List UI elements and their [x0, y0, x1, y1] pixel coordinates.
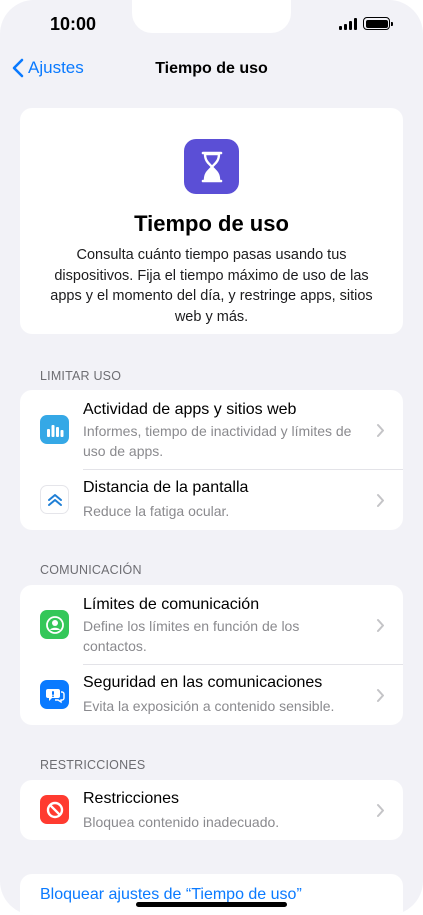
chevron-right-icon: [377, 494, 384, 507]
signal-icon: [339, 17, 357, 30]
hourglass-icon: [184, 139, 239, 194]
row-subtitle: Evita la exposición a contenido sensible…: [83, 698, 335, 714]
comunicacion-group: Límites de comunicación Define los límit…: [20, 585, 403, 725]
row-communication-limits[interactable]: Límites de comunicación Define los límit…: [20, 585, 403, 664]
navigation-bar: Ajustes Tiempo de uso: [0, 54, 423, 84]
no-entry-icon: [40, 795, 69, 824]
row-screen-distance[interactable]: Distancia de la pantalla Reduce la fatig…: [20, 470, 403, 530]
battery-icon: [363, 17, 393, 30]
row-title: Distancia de la pantalla: [83, 479, 249, 496]
row-communication-safety[interactable]: Seguridad en las comunicaciones Evita la…: [20, 665, 403, 725]
status-icons: [339, 17, 393, 30]
home-indicator[interactable]: [136, 902, 287, 907]
lock-settings-group: Bloquear ajustes de “Tiempo de uso”: [20, 874, 403, 915]
row-app-activity[interactable]: Actividad de apps y sitios web Informes,…: [20, 390, 403, 469]
notch: [132, 0, 291, 33]
chevron-right-icon: [377, 619, 384, 632]
row-subtitle: Bloquea contenido inadecuado.: [83, 814, 280, 830]
chevron-right-icon: [377, 689, 384, 702]
hero-title: Tiempo de uso: [134, 211, 289, 236]
row-title: Actividad de apps y sitios web: [83, 401, 297, 418]
bar-chart-icon: [40, 415, 69, 444]
phone-screen: 10:00 Ajustes Tiempo de uso Tiempo de us…: [0, 0, 423, 915]
page-title: Tiempo de uso: [155, 60, 268, 77]
row-restrictions[interactable]: Restricciones Bloquea contenido inadecua…: [20, 780, 403, 840]
row-subtitle: Reduce la fatiga ocular.: [83, 503, 230, 519]
chat-bubble-icon: [40, 680, 69, 709]
hero-description: Consulta cuánto tiempo pasas usando tus …: [50, 247, 373, 325]
row-title: Restricciones: [83, 790, 180, 807]
chevron-right-icon: [377, 804, 384, 817]
row-subtitle: Informes, tiempo de inactividad y límite…: [83, 423, 352, 459]
limitar-uso-group: Actividad de apps y sitios web Informes,…: [20, 390, 403, 530]
section-header-restricciones: RESTRICCIONES: [40, 758, 146, 772]
row-title: Límites de comunicación: [83, 596, 260, 613]
screen-time-hero-card: Tiempo de uso Consulta cuánto tiempo pas…: [20, 108, 403, 334]
row-subtitle: Define los límites en función de los con…: [83, 618, 300, 654]
person-circle-icon: [40, 610, 69, 639]
row-title: Seguridad en las comunicaciones: [83, 674, 323, 691]
status-time: 10:00: [50, 14, 97, 34]
chevron-right-icon: [377, 424, 384, 437]
chevrons-up-icon: [40, 485, 69, 514]
section-header-limitar-uso: LIMITAR USO: [40, 369, 122, 383]
section-header-comunicacion: COMUNICACIÓN: [40, 563, 142, 577]
restricciones-group: Restricciones Bloquea contenido inadecua…: [20, 780, 403, 840]
